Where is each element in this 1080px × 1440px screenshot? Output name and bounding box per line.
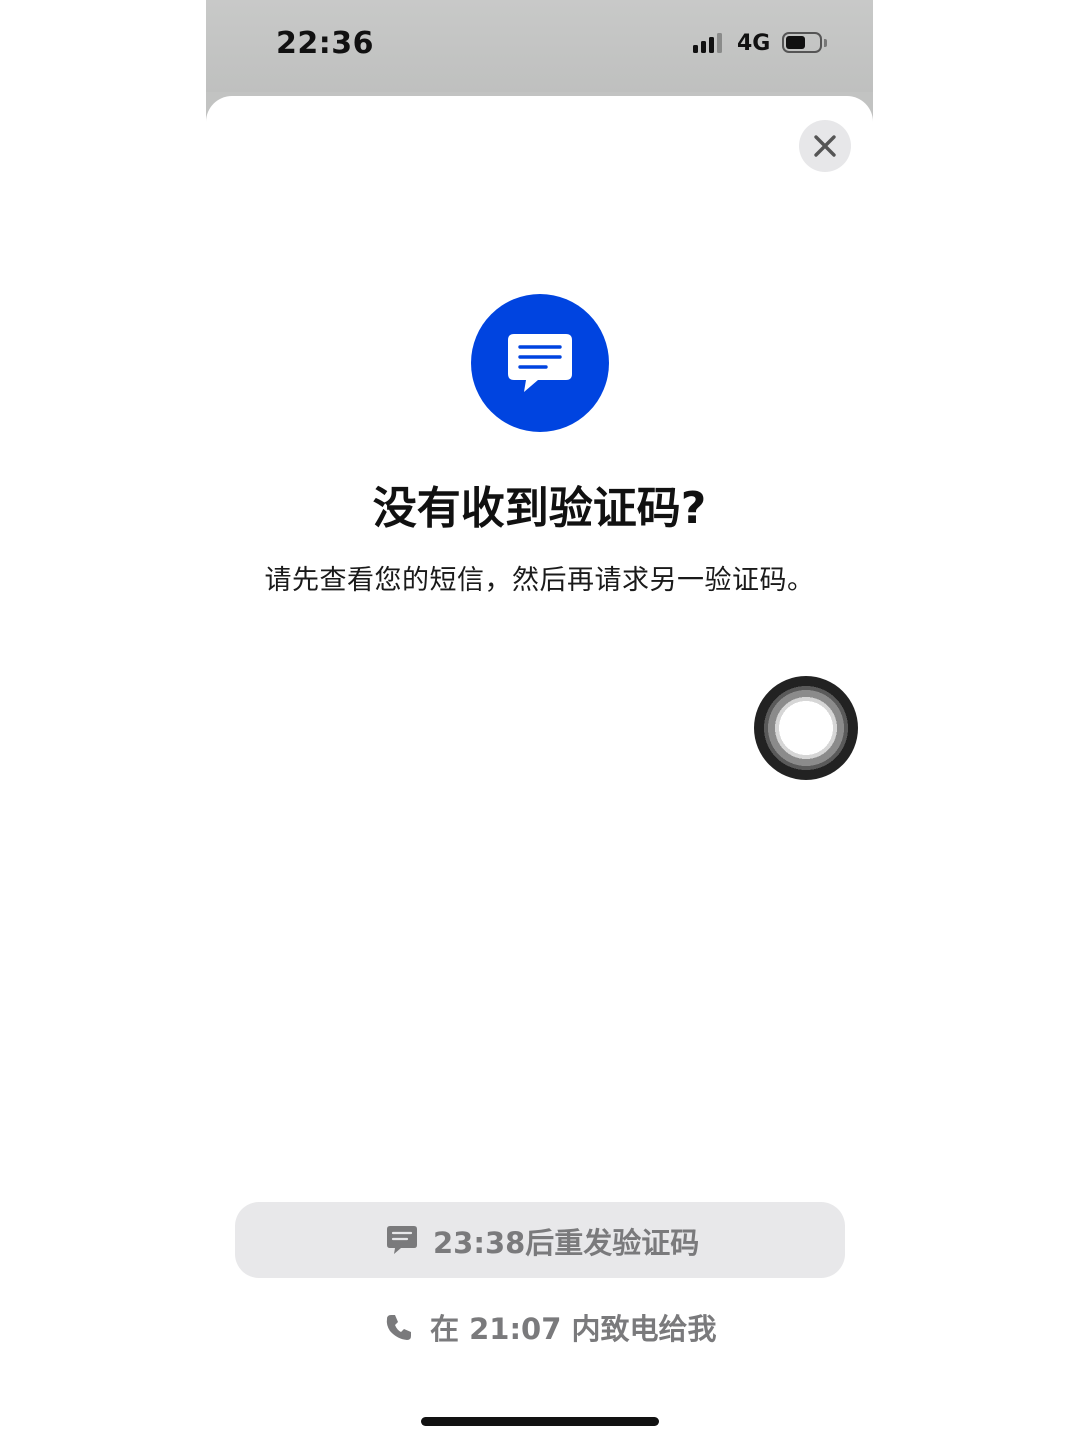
page-title: 没有收到验证码?: [372, 483, 707, 534]
call-me-label: 在 21:07 内致电给我: [430, 1312, 717, 1346]
signal-bar: [709, 37, 714, 53]
verification-help-sheet: 没有收到验证码? 请先查看您的短信，然后再请求另一验证码。 23:38后重发验证…: [206, 96, 873, 1440]
close-button[interactable]: [799, 120, 851, 172]
page-subtitle: 请先查看您的短信，然后再请求另一验证码。: [264, 565, 815, 596]
message-badge: [471, 294, 609, 432]
signal-bar: [693, 45, 698, 53]
battery-icon: [782, 32, 822, 53]
signal-icon: [693, 33, 727, 53]
signal-bar: [717, 33, 722, 53]
assistive-touch-button[interactable]: [754, 676, 858, 780]
network-type: 4G: [737, 31, 771, 56]
close-icon: [814, 135, 836, 157]
signal-bar: [701, 41, 706, 53]
message-bubble-icon: [387, 1226, 417, 1254]
battery-level: [786, 36, 805, 49]
status-bar: 22:36 4G: [206, 0, 873, 92]
message-bubble-icon: [508, 334, 572, 392]
phone-icon: [386, 1315, 411, 1340]
resend-code-label: 23:38后重发验证码: [433, 1226, 700, 1260]
battery-tip: [824, 39, 827, 47]
call-me-button[interactable]: 在 21:07 内致电给我: [206, 1294, 873, 1354]
phone-screen: 22:36 4G 没有收到验证码? 请先查看您的短信，然后再请求另一验证码。 2…: [206, 0, 873, 1440]
home-indicator[interactable]: [421, 1417, 659, 1426]
resend-code-button[interactable]: 23:38后重发验证码: [235, 1202, 845, 1278]
status-time: 22:36: [276, 26, 374, 61]
